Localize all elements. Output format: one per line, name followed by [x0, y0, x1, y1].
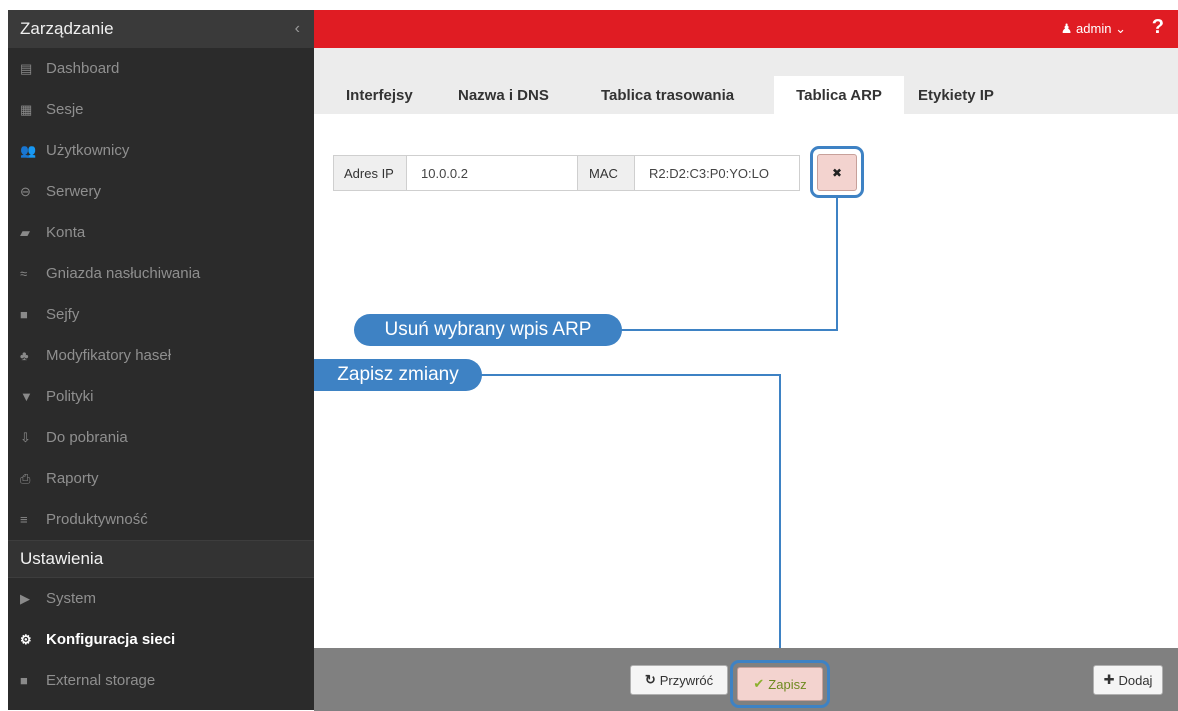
tab-arp-table[interactable]: Tablica ARP	[774, 76, 904, 114]
arp-entry-row: Adres IP 10.0.0.2 MAC R2:D2:C3:P0:YO:LO	[333, 155, 800, 191]
sidebar-item-listeners[interactable]: ≈ Gniazda nasłuchiwania	[8, 253, 314, 294]
mac-input[interactable]: R2:D2:C3:P0:YO:LO	[635, 155, 800, 191]
save-button[interactable]: ✔ Zapisz	[737, 667, 823, 701]
servers-icon: ⊖	[20, 183, 31, 199]
listeners-icon: ≈	[20, 266, 28, 281]
tabs-bar: Interfejsy Nazwa i DNS Tablica trasowani…	[314, 48, 1178, 114]
sidebar-item-label: Do pobrania	[46, 429, 128, 446]
storage-icon: ■	[20, 673, 28, 688]
sidebar-item-policies[interactable]: ▼ Polityki	[8, 376, 314, 417]
callout-save-connector	[474, 374, 780, 376]
sidebar-item-system[interactable]: ▶ System	[8, 578, 314, 619]
chevron-down-icon: ⌄	[1115, 21, 1126, 36]
user-icon: ♟	[1060, 21, 1073, 36]
plus-icon: ✚	[1103, 672, 1115, 687]
folder-icon: ▶	[20, 590, 30, 606]
add-label: Dodaj	[1118, 672, 1153, 688]
revert-label: Przywróć	[659, 672, 714, 688]
save-label: Zapisz	[768, 676, 807, 692]
sidebar: Zarządzanie ‹ ▤ Dashboard ▦ Sesje 👥 Użytkow…	[8, 10, 314, 710]
add-button[interactable]: ✚ Dodaj	[1093, 665, 1163, 695]
callout-save-line	[779, 374, 781, 662]
sidebar-item-label: Sejfy	[46, 306, 80, 323]
sidebar-item-label: Konta	[46, 224, 86, 241]
top-bar: ♟ admin ⌄ ?	[314, 10, 1178, 48]
sidebar-item-label: System	[46, 590, 97, 607]
gears-icon: ⚙	[20, 631, 32, 647]
check-icon: ✔	[753, 676, 765, 691]
sidebar-item-label: External storage	[46, 672, 156, 689]
sidebar-item-label: Serwery	[46, 183, 102, 200]
sessions-icon: ▦	[20, 101, 33, 117]
sidebar-item-label: Gniazda nasłuchiwania	[46, 265, 201, 282]
dashboard-icon: ▤	[20, 60, 33, 76]
sidebar-item-network-config[interactable]: ⚙ Konfiguracja sieci	[8, 619, 314, 660]
productivity-icon: ≡	[20, 512, 28, 527]
download-icon: ⇩	[20, 429, 31, 445]
safes-icon: ■	[20, 307, 28, 322]
callout-delete-entry: Usuń wybrany wpis ARP	[354, 314, 622, 346]
sidebar-item-dashboard[interactable]: ▤ Dashboard	[8, 48, 314, 89]
sidebar-item-label: Użytkownicy	[46, 142, 130, 159]
collapse-sidebar-icon[interactable]: ‹	[295, 20, 300, 38]
sidebar-item-label: Produktywność	[46, 511, 148, 528]
sidebar-header: Zarządzanie ‹	[8, 10, 314, 48]
accounts-icon: ▰	[20, 224, 30, 240]
ip-address-input[interactable]: 10.0.0.2	[407, 155, 578, 191]
sidebar-item-label: Sesje	[46, 101, 84, 118]
sidebar-item-sessions[interactable]: ▦ Sesje	[8, 89, 314, 130]
sidebar-item-label: Modyfikatory haseł	[46, 347, 172, 364]
sidebar-item-label: Konfiguracja sieci	[46, 631, 176, 648]
policies-icon: ▼	[20, 389, 33, 404]
user-name: admin	[1076, 21, 1112, 36]
sidebar-item-password-modifiers[interactable]: ♣ Modyfikatory haseł	[8, 335, 314, 376]
password-modifiers-icon: ♣	[20, 348, 29, 363]
sidebar-item-servers[interactable]: ⊖ Serwery	[8, 171, 314, 212]
sidebar-item-label: Polityki	[46, 388, 94, 405]
tab-name-dns[interactable]: Nazwa i DNS	[458, 76, 549, 114]
tab-ip-labels[interactable]: Etykiety IP	[918, 76, 994, 114]
tab-interfaces[interactable]: Interfejsy	[346, 76, 413, 114]
tab-routing-table[interactable]: Tablica trasowania	[601, 76, 734, 114]
sidebar-item-users[interactable]: 👥 Użytkownicy	[8, 130, 314, 171]
user-menu[interactable]: ♟ admin ⌄	[1061, 21, 1126, 37]
revert-button[interactable]: ↻ Przywróć	[630, 665, 728, 695]
ip-address-label: Adres IP	[333, 155, 407, 191]
refresh-icon: ↻	[644, 672, 656, 687]
sidebar-section-settings: Ustawienia	[8, 540, 314, 578]
callout-delete-connector	[612, 329, 838, 331]
sidebar-item-external-storage[interactable]: ■ External storage	[8, 660, 314, 701]
sidebar-item-productivity[interactable]: ≡ Produktywność	[8, 499, 314, 540]
sidebar-item-safes[interactable]: ■ Sejfy	[8, 294, 314, 335]
sidebar-item-accounts[interactable]: ▰ Konta	[8, 212, 314, 253]
callout-save-changes: Zapisz zmiany	[314, 359, 482, 391]
sidebar-item-downloads[interactable]: ⇩ Do pobrania	[8, 417, 314, 458]
users-icon: 👥	[20, 142, 37, 158]
callout-delete-line	[836, 198, 838, 330]
help-icon[interactable]: ?	[1152, 16, 1164, 39]
print-icon: ⎙	[20, 470, 31, 486]
close-icon: ✖	[831, 165, 843, 180]
sidebar-item-reports[interactable]: ⎙ Raporty	[8, 458, 314, 499]
delete-entry-button[interactable]: ✖	[817, 154, 857, 191]
mac-label: MAC	[578, 155, 635, 191]
sidebar-title: Zarządzanie	[20, 19, 114, 38]
sidebar-item-label: Dashboard	[46, 60, 120, 77]
sidebar-item-label: Raporty	[46, 470, 99, 487]
